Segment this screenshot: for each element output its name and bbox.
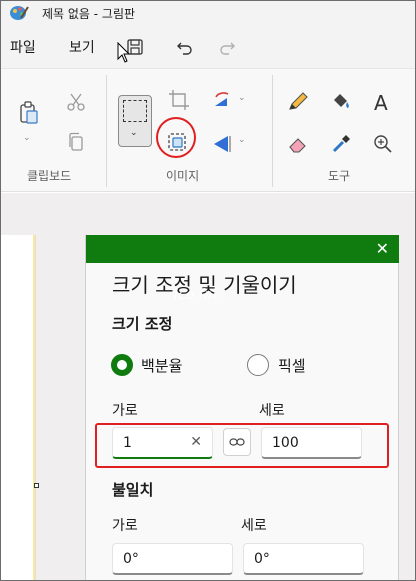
cut-icon[interactable] [63,89,89,115]
drawing-canvas[interactable] [0,235,36,581]
text-icon[interactable]: A [370,89,396,115]
select-dropdown-chevron-icon: ⌄ [130,128,138,138]
skew-horizontal-value: 0° [123,551,139,567]
skew-horizontal-label: 가로 [112,518,138,534]
fill-bucket-icon[interactable] [328,89,354,115]
svg-text:A: A [374,91,388,115]
image-group-label: 이미지 [166,169,200,183]
percent-radio[interactable] [111,354,133,376]
menu-bar: 파일 보기 [0,28,416,68]
vertical-label: 세로 [259,403,285,419]
resize-icon-highlight-circle [156,117,196,158]
title-bar: 제목 없음 - 그림판 [0,0,416,28]
copy-icon[interactable] [63,129,89,155]
redo-icon[interactable] [216,36,238,58]
skew-horizontal-input[interactable]: 0° [112,543,233,575]
undo-icon[interactable] [174,36,196,58]
canvas-resize-handle[interactable] [34,483,39,488]
magnifier-icon[interactable] [370,131,396,157]
rotate-icon[interactable] [210,88,236,114]
pixel-radio[interactable] [247,354,269,376]
select-button[interactable]: ⌄ [118,95,152,147]
resize-heading: 크기 조정 [112,315,173,333]
eraser-icon[interactable] [285,131,311,157]
close-icon[interactable]: ✕ [376,239,389,258]
skew-vertical-label: 세로 [241,518,267,534]
skew-heading: 불일치 [112,481,154,499]
watermark-text: Ico fat [174,287,218,303]
flip-icon[interactable] [210,131,236,157]
horizontal-label: 가로 [112,403,138,419]
menu-view[interactable]: 보기 [69,37,95,57]
resize-skew-dialog: ✕ 크기 조정 및 기울이기 Ico fat 크기 조정 백분율 픽셀 가로 세… [85,235,399,581]
pixel-radio-label: 픽셀 [278,357,306,375]
skew-vertical-input[interactable]: 0° [243,543,364,575]
ribbon-separator [106,75,107,187]
menu-file[interactable]: 파일 [10,37,36,57]
window-title: 제목 없음 - 그림판 [42,7,136,21]
paste-icon[interactable] [16,99,42,125]
percent-radio-label: 백분율 [141,357,183,375]
clipboard-group-label: 클립보드 [27,169,72,183]
crop-icon[interactable] [166,87,192,113]
paint-app-icon [10,6,29,20]
input-highlight-box [95,423,389,468]
canvas-edge [33,235,35,581]
mouse-cursor-icon [117,42,131,63]
color-picker-icon[interactable] [328,131,354,157]
tools-group-label: 도구 [328,169,351,183]
dialog-header: ✕ [86,235,399,263]
skew-vertical-value: 0° [254,551,270,567]
ribbon-separator [272,75,273,187]
flip-dropdown-chevron-icon[interactable]: ⌄ [238,135,246,145]
rotate-dropdown-chevron-icon[interactable]: ⌄ [238,93,246,103]
ribbon: ⌄ 클립보드 ⌄ ⌄ ⌄ 이미지 A 도구 [0,68,416,192]
paste-dropdown-chevron-icon[interactable]: ⌄ [23,133,31,143]
selection-rectangle-icon [123,100,147,122]
pencil-icon[interactable] [285,89,311,115]
